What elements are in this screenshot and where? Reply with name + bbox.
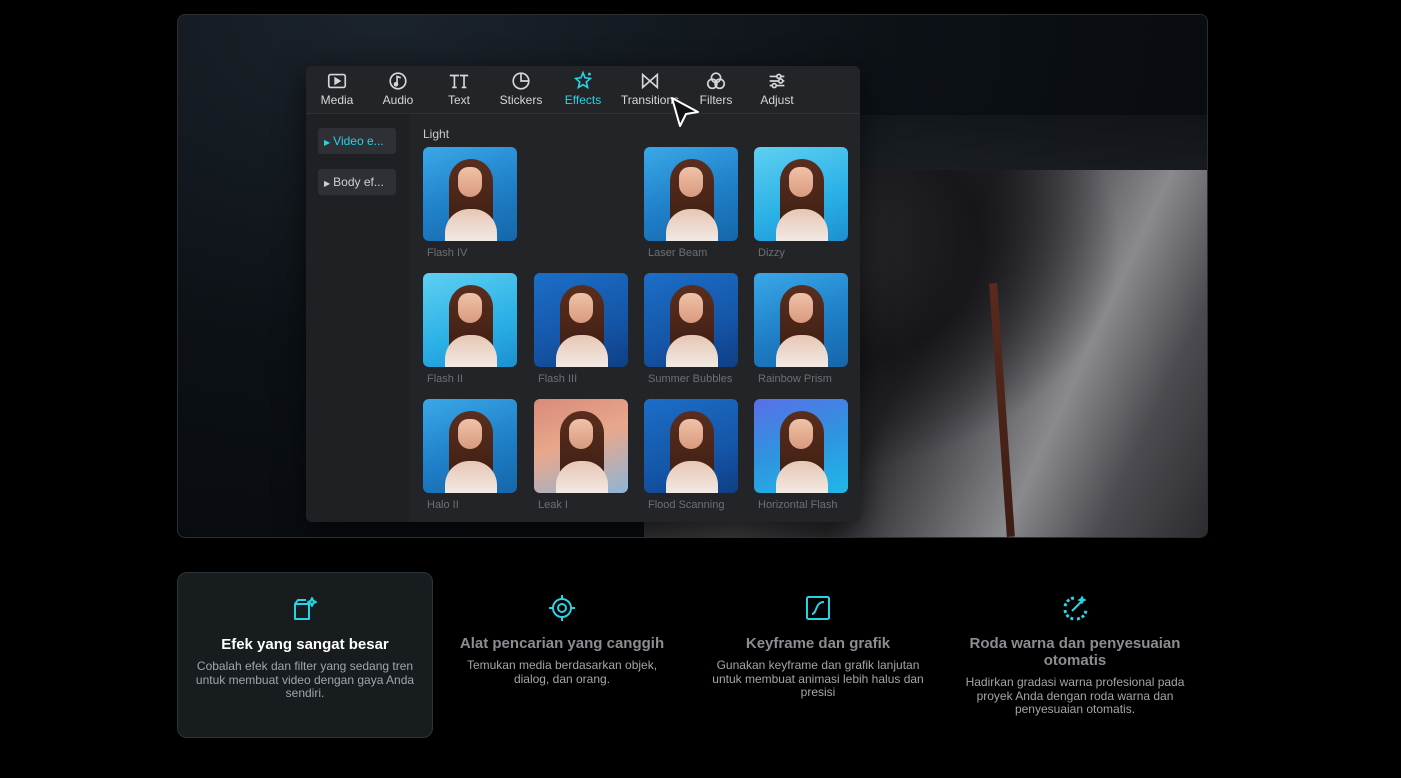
category-label: Video e... [333, 134, 384, 148]
effect-thumb-rainbow-prism[interactable] [754, 273, 848, 367]
tab-effects[interactable]: Effects [552, 70, 614, 110]
feature-title: Alat pencarian yang canggih [459, 635, 665, 652]
effect-thumb-flood-scanning[interactable] [644, 399, 738, 493]
effect-label: Laser Beam [648, 247, 708, 259]
section-label-light: Light [423, 127, 450, 141]
music-note-icon [389, 72, 407, 90]
effect-thumb-halo-ii[interactable] [423, 399, 517, 493]
effect-thumb-flash-ii[interactable] [423, 273, 517, 367]
tab-label: Media [320, 93, 354, 107]
feature-description: Gunakan keyframe dan grafik lanjutan unt… [712, 658, 924, 699]
caret-right-icon: ▶ [324, 138, 331, 147]
tab-label: Audio [382, 93, 414, 107]
target-search-icon [549, 595, 575, 621]
caret-right-icon: ▶ [324, 179, 331, 188]
tab-audio[interactable]: Audio [367, 70, 429, 110]
effect-label: Leak I [538, 499, 568, 511]
category-video-effects[interactable]: ▶ Video e... [318, 128, 396, 154]
sticker-icon [512, 72, 530, 90]
mouse-cursor-icon [671, 97, 699, 127]
category-body-effects[interactable]: ▶ Body ef... [318, 169, 396, 195]
effect-label: Horizontal Flash [758, 499, 838, 511]
feature-description: Cobalah efek dan filter yang sedang tren… [195, 659, 415, 700]
feature-title: Efek yang sangat besar [221, 636, 389, 653]
tab-stickers[interactable]: Stickers [490, 70, 552, 110]
tab-media[interactable]: Media [306, 70, 368, 110]
feature-description: Hadirkan gradasi warna profesional pada … [965, 675, 1185, 716]
category-label: Body ef... [333, 175, 384, 189]
bowtie-icon [641, 72, 659, 90]
sliders-icon [769, 73, 785, 89]
hero-video[interactable]: Media Audio Text Stickers Effects Transi… [177, 14, 1208, 538]
effect-thumb-horizontal-flash[interactable] [754, 399, 848, 493]
tab-label: Text [447, 93, 470, 107]
tab-text[interactable]: Text [428, 70, 490, 110]
tab-label: Adjust [760, 93, 794, 107]
tab-adjust[interactable]: Adjust [746, 70, 808, 110]
feature-card-keyframe[interactable]: Keyframe dan grafik Gunakan keyframe dan… [690, 572, 946, 738]
effect-thumb-flash-iii[interactable] [534, 273, 628, 367]
effect-thumb-summer-bubbles[interactable] [644, 273, 738, 367]
play-box-icon [327, 73, 347, 89]
effect-label: Flash IV [427, 247, 468, 259]
effect-thumb-dizzy[interactable] [754, 147, 848, 241]
tab-label: Filters [699, 93, 733, 107]
tab-label: Effects [564, 93, 602, 107]
feature-title: Keyframe dan grafik [745, 635, 891, 652]
feature-card-effects[interactable]: Efek yang sangat besar Cobalah efek dan … [177, 572, 433, 738]
editor-toolbar: Media Audio Text Stickers Effects Transi… [306, 66, 860, 114]
keyframe-curve-icon [806, 596, 830, 620]
effect-label: Summer Bubbles [648, 373, 733, 385]
feature-description: Temukan media berdasarkan objek, dialog,… [466, 658, 658, 686]
effect-label: Flash III [538, 373, 578, 385]
effects-sparkle-box-icon [294, 597, 317, 620]
effect-thumb-laser-beam[interactable] [644, 147, 738, 241]
effect-thumb-flash-iv[interactable] [423, 147, 517, 241]
feature-card-color-wheel[interactable]: Roda warna dan penyesuaian otomatis Hadi… [947, 572, 1203, 738]
effect-label: Rainbow Prism [758, 373, 832, 385]
text-tt-icon [449, 74, 469, 89]
feature-card-search[interactable]: Alat pencarian yang canggih Temukan medi… [434, 572, 690, 738]
editor-panel: Media Audio Text Stickers Effects Transi… [306, 66, 860, 522]
three-circles-icon [706, 72, 726, 90]
sparkle-star-icon [573, 70, 593, 90]
tab-label: Stickers [499, 93, 543, 107]
effect-thumb-leak-i[interactable] [534, 399, 628, 493]
effect-label: Dizzy [758, 247, 785, 259]
effect-label: Halo II [427, 499, 459, 511]
effect-label: Flash II [427, 373, 464, 385]
feature-title: Roda warna dan penyesuaian otomatis [969, 635, 1181, 669]
effect-label: Flood Scanning [648, 499, 725, 511]
color-wheel-wand-icon [1063, 595, 1088, 621]
effects-category-sidebar: ▶ Video e... ▶ Body ef... [306, 114, 410, 522]
